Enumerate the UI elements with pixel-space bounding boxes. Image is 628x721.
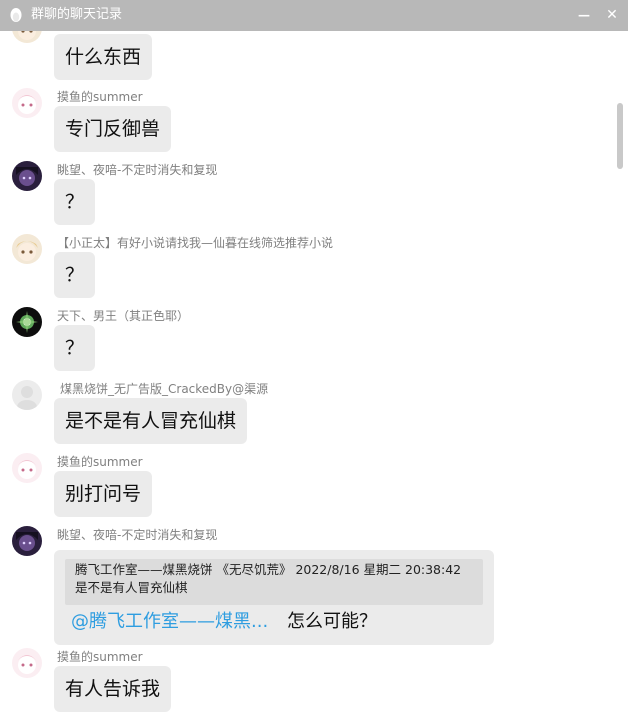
- anime-girl-avatar[interactable]: [12, 31, 42, 43]
- message-bubble[interactable]: 专门反御兽: [54, 106, 172, 152]
- close-button[interactable]: ✕: [600, 4, 624, 26]
- pink-anime-avatar[interactable]: [12, 453, 42, 483]
- sender-name: 眺望、夜喑-不定时消失和复现: [57, 528, 218, 542]
- scrollbar-thumb[interactable]: [617, 103, 623, 169]
- message-item: 眺望、夜喑-不定时消失和复现 ？: [0, 161, 612, 231]
- message-list[interactable]: 什么东西 摸鱼的summer 专门反御兽 眺望、夜喑-不定时消失和复现 ？ 【小…: [0, 31, 628, 721]
- default-grey-avatar[interactable]: [12, 380, 42, 410]
- message-bubble[interactable]: ？: [54, 179, 96, 225]
- quoted-message-header: 腾飞工作室——煤黑烧饼 《无尽饥荒》 2022/8/16 星期二 20:38:4…: [75, 562, 462, 577]
- anime-girl-avatar[interactable]: [12, 234, 42, 264]
- dark-glow-avatar[interactable]: [12, 307, 42, 337]
- mention-link[interactable]: @腾飞工作室——煤黑...: [71, 610, 268, 634]
- sender-name: 摸鱼的summer: [57, 455, 143, 469]
- sender-name: 摸鱼的summer: [57, 650, 143, 664]
- sender-name: 煤黑烧饼_无广告版_CrackedBy@渠源: [60, 382, 269, 396]
- chat-history-window: 群聊的聊天记录 — ✕ 什么东西 摸鱼的summer 专门反御兽 眺望、夜喑-不…: [0, 0, 628, 721]
- message-bubble[interactable]: 是不是有人冒充仙棋: [54, 398, 248, 444]
- sender-name: 天下、男王（其正色耶）: [57, 309, 190, 323]
- minimize-button[interactable]: —: [572, 4, 596, 26]
- message-item: 煤黑烧饼_无广告版_CrackedBy@渠源 是不是有人冒充仙棋: [0, 380, 612, 450]
- message-bubble[interactable]: 别打问号: [54, 471, 153, 517]
- message-item: 天下、男王（其正色耶） ？: [0, 307, 612, 377]
- pink-anime-avatar[interactable]: [12, 88, 42, 118]
- qq-penguin-icon: [10, 8, 22, 22]
- dark-purple-avatar[interactable]: [12, 526, 42, 556]
- reply-text: 怎么可能？: [287, 611, 377, 632]
- message-item: 摸鱼的summer 有人告诉我: [0, 648, 612, 721]
- quoted-message-text: 是不是有人冒充仙棋: [75, 580, 188, 595]
- message-bubble[interactable]: ？: [54, 252, 96, 298]
- pink-anime-avatar[interactable]: [12, 648, 42, 678]
- sender-name: 摸鱼的summer: [57, 90, 143, 104]
- message-bubble[interactable]: 什么东西: [54, 34, 153, 80]
- minimize-icon: —: [578, 8, 590, 22]
- window-title: 群聊的聊天记录: [31, 7, 123, 22]
- close-icon: ✕: [606, 7, 618, 23]
- title-bar[interactable]: 群聊的聊天记录 — ✕: [0, 0, 628, 31]
- reply-message-bubble[interactable]: 腾飞工作室——煤黑烧饼 《无尽饥荒》 2022/8/16 星期二 20:38:4…: [54, 550, 494, 645]
- sender-name: 眺望、夜喑-不定时消失和复现: [57, 163, 218, 177]
- message-bubble[interactable]: ？: [54, 325, 96, 371]
- message-item: 眺望、夜喑-不定时消失和复现 腾飞工作室——煤黑烧饼 《无尽饥荒》 2022/8…: [0, 526, 612, 650]
- message-item: 什么东西: [0, 31, 612, 82]
- message-item: 【小正太】有好小说请找我—仙暮在线筛选推荐小说 ？: [0, 234, 612, 304]
- message-bubble[interactable]: 有人告诉我: [54, 666, 172, 712]
- quoted-message[interactable]: 腾飞工作室——煤黑烧饼 《无尽饥荒》 2022/8/16 星期二 20:38:4…: [65, 559, 483, 605]
- sender-name: 【小正太】有好小说请找我—仙暮在线筛选推荐小说: [57, 236, 334, 250]
- message-item: 摸鱼的summer 专门反御兽: [0, 88, 612, 158]
- vertical-scrollbar[interactable]: [612, 31, 628, 721]
- dark-purple-avatar[interactable]: [12, 161, 42, 191]
- message-item: 摸鱼的summer 别打问号: [0, 453, 612, 523]
